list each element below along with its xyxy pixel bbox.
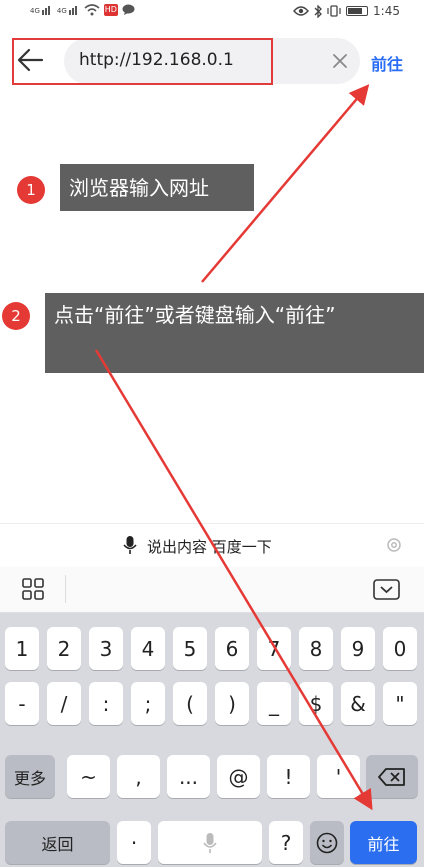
key-exclaim[interactable]: ! [267,755,310,798]
key-open-paren[interactable]: ( [173,682,207,725]
status-left: 4G 4G HD [30,4,135,16]
step-2-badge: 2 [2,302,30,330]
status-time: 1:45 [373,4,400,18]
eye-icon [293,6,309,16]
space-key[interactable] [158,821,262,864]
battery-icon [346,6,369,16]
wifi-icon [84,4,100,16]
key-3[interactable]: 3 [89,627,123,670]
key-close-paren[interactable]: ) [215,682,249,725]
key-2[interactable]: 2 [47,627,81,670]
go-button[interactable]: 前往 [371,51,403,75]
app-notification-icon: HD [103,4,118,16]
key-question[interactable]: ? [269,821,303,864]
emoji-icon [316,832,338,853]
key-7[interactable]: 7 [257,627,291,670]
key-5[interactable]: 5 [173,627,207,670]
keyboard: 1 2 3 4 5 6 7 8 9 0 - / : ; ( ) _ $ & " … [0,613,424,867]
key-tilde[interactable]: ~ [67,755,110,798]
key-at[interactable]: @ [217,755,260,798]
bluetooth-icon [314,4,322,18]
key-semicolon[interactable]: ; [131,682,165,725]
key-apostrophe[interactable]: ' [317,755,360,798]
hide-keyboard-icon[interactable] [373,579,400,600]
more-symbols-key[interactable]: 更多 [5,755,55,798]
step-2-tooltip: 点击“前往”或者键盘输入“前往” [45,293,424,373]
keyboard-toolbar [0,567,424,613]
key-0[interactable]: 0 [383,627,417,670]
key-underscore[interactable]: _ [257,682,291,725]
return-key[interactable]: 返回 [5,821,110,864]
step-1-tooltip: 浏览器输入网址 [60,164,254,211]
microphone-icon [123,535,137,555]
key-ellipsis[interactable]: ... [167,755,210,798]
key-ampersand[interactable]: & [341,682,375,725]
space-mic-icon [203,832,217,853]
url-highlight-box [12,38,273,85]
voice-search-bar[interactable]: 说出内容 百度一下 [0,523,424,568]
signal-icon: 4G [30,5,53,15]
signal-icon-2: 4G [57,5,80,15]
gear-icon[interactable] [384,535,404,555]
key-dollar[interactable]: $ [299,682,333,725]
voice-search-label: 说出内容 百度一下 [147,538,272,556]
clear-icon[interactable] [330,51,350,71]
go-key[interactable]: 前往 [350,821,417,864]
backspace-key[interactable] [366,755,418,798]
emoji-key[interactable] [310,821,344,864]
vibrate-icon [327,5,341,17]
status-bar: 4G 4G HD 1:45 [0,0,424,26]
key-dot[interactable]: · [117,821,151,864]
key-6[interactable]: 6 [215,627,249,670]
key-8[interactable]: 8 [299,627,333,670]
grid-menu-icon[interactable] [22,578,44,600]
key-9[interactable]: 9 [341,627,375,670]
step-1-badge: 1 [17,176,45,204]
toolbar-divider [65,575,66,603]
status-right: 1:45 [293,4,400,18]
key-comma[interactable]: , [117,755,160,798]
key-4[interactable]: 4 [131,627,165,670]
key-slash[interactable]: / [47,682,81,725]
key-hyphen[interactable]: - [5,682,39,725]
key-1[interactable]: 1 [5,627,39,670]
backspace-icon [378,767,405,786]
key-quote[interactable]: " [383,682,417,725]
key-colon[interactable]: : [89,682,123,725]
chat-icon [122,4,135,16]
